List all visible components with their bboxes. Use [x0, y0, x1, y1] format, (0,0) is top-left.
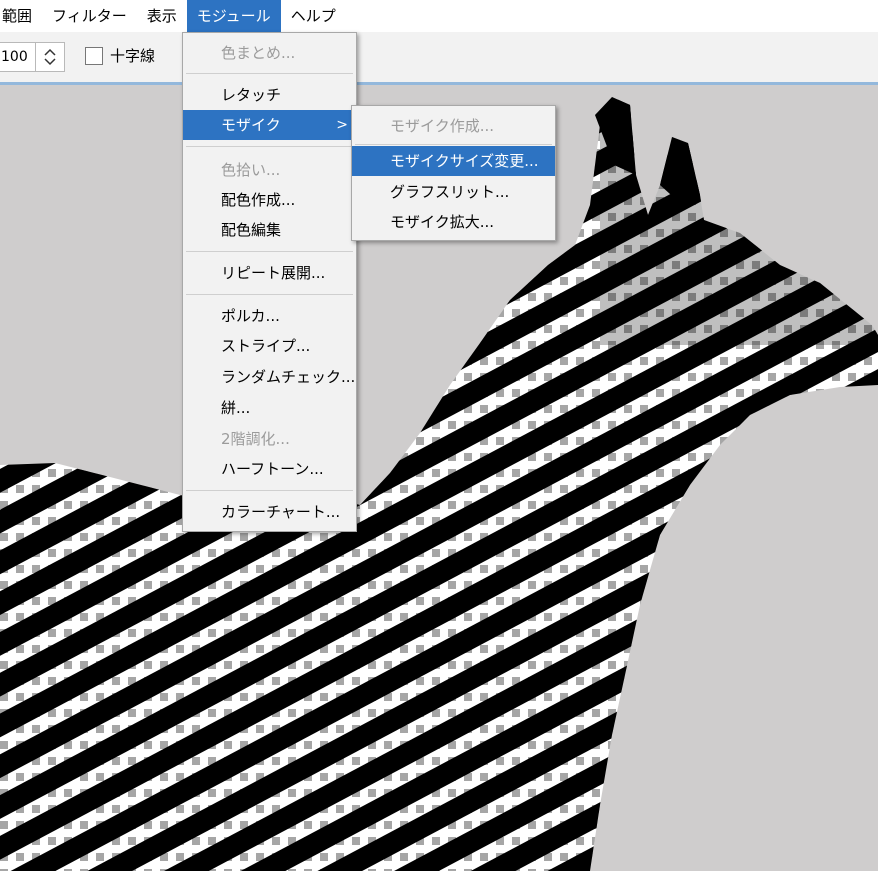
- crosshair-label: 十字線: [110, 47, 156, 65]
- submenu-item-mosaic-create[interactable]: モザイク作成...: [352, 111, 555, 141]
- zoom-input[interactable]: 100: [0, 42, 36, 72]
- menu-item-polka[interactable]: ポルカ...: [183, 301, 356, 331]
- menu-range[interactable]: 範囲: [0, 0, 42, 32]
- submenu-item-graph-slit[interactable]: グラフスリット...: [352, 177, 555, 207]
- chevron-right-icon: >: [336, 117, 348, 133]
- menu-item-color-scheme-create[interactable]: 配色作成...: [183, 185, 356, 215]
- menu-module[interactable]: モジュール: [186, 0, 281, 32]
- menu-item-color-merge[interactable]: 色まとめ...: [183, 38, 356, 68]
- submenu-item-mosaic-enlarge[interactable]: モザイク拡大...: [352, 207, 555, 237]
- menu-item-mosaic-label: モザイク: [221, 116, 281, 134]
- module-menu: 色まとめ... レタッチ モザイク > 色拾い... 配色作成... 配色編集 …: [182, 32, 357, 532]
- menu-item-repeat-expand[interactable]: リピート展開...: [183, 258, 356, 288]
- menu-item-two-tone[interactable]: 2階調化...: [183, 424, 356, 454]
- crosshair-checkbox[interactable]: [85, 47, 103, 65]
- menu-separator: [186, 294, 353, 295]
- menu-item-kasuri[interactable]: 絣...: [183, 393, 356, 423]
- menu-item-mosaic[interactable]: モザイク >: [183, 110, 356, 140]
- menu-item-color-chart[interactable]: カラーチャート...: [183, 497, 356, 527]
- zoom-stepper[interactable]: [35, 42, 65, 72]
- menu-separator: [186, 490, 353, 491]
- menu-item-random-check[interactable]: ランダムチェック...: [183, 362, 356, 392]
- menu-item-color-scheme-edit[interactable]: 配色編集: [183, 215, 356, 245]
- menu-separator: [355, 144, 552, 145]
- menu-separator: [186, 251, 353, 252]
- menu-separator: [186, 146, 353, 147]
- menu-item-retouch[interactable]: レタッチ: [183, 80, 356, 110]
- menu-separator: [186, 73, 353, 74]
- mosaic-submenu: モザイク作成... モザイクサイズ変更... グラフスリット... モザイク拡大…: [351, 105, 556, 241]
- menu-view[interactable]: 表示: [137, 0, 187, 32]
- menu-bar: 範囲 フィルター 表示 モジュール ヘルプ: [0, 0, 878, 32]
- toolbar: 100 十字線: [0, 32, 878, 85]
- menu-filter[interactable]: フィルター: [42, 0, 137, 32]
- submenu-item-mosaic-resize[interactable]: モザイクサイズ変更...: [352, 146, 555, 176]
- menu-help[interactable]: ヘルプ: [281, 0, 346, 32]
- menu-item-color-pick[interactable]: 色拾い...: [183, 155, 356, 185]
- menu-item-stripe[interactable]: ストライプ...: [183, 331, 356, 361]
- menu-item-halftone[interactable]: ハーフトーン...: [183, 454, 356, 484]
- chevron-up-down-icon: [44, 48, 56, 66]
